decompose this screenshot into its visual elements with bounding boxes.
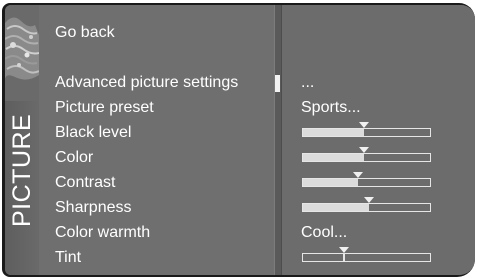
sharpness-slider-marker [364, 197, 375, 203]
black-level-slider[interactable] [302, 122, 431, 137]
tint-slider[interactable] [302, 247, 431, 262]
sharpness-slider[interactable] [302, 197, 431, 212]
menu-item-tint[interactable]: Tint [55, 249, 81, 267]
contrast-slider[interactable] [302, 172, 431, 187]
side-strip: PICTURE [5, 5, 39, 275]
black-level-slider-marker [358, 122, 369, 128]
color-slider-fill [303, 154, 364, 161]
menu-item-contrast[interactable]: Contrast [55, 174, 115, 192]
menu-item-color[interactable]: Color [55, 149, 93, 167]
scrollbar-thumb[interactable] [275, 75, 280, 92]
scrollbar-track[interactable] [274, 5, 282, 275]
contrast-slider-marker [352, 172, 363, 178]
menu-item-picture-preset[interactable]: Picture preset [55, 99, 154, 117]
contrast-slider-fill [303, 179, 358, 186]
black-level-slider-fill [303, 129, 364, 136]
menu-item-advanced-picture-settings[interactable]: Advanced picture settings [55, 74, 238, 92]
menu-item-black-level[interactable]: Black level [55, 124, 131, 142]
tv-menu-frame: PICTURE Go back Advanced picture setting… [2, 3, 475, 277]
picture-preset-value: Sports... [301, 99, 361, 116]
menu-section-title: PICTURE [8, 113, 36, 227]
color-slider[interactable] [302, 147, 431, 162]
go-back-button[interactable]: Go back [55, 24, 115, 42]
color-slider-marker [358, 147, 369, 153]
advanced-picture-settings-value: ... [301, 74, 315, 91]
tint-slider-indicator [342, 253, 345, 262]
side-thumbnail-image [5, 5, 39, 101]
menu-item-color-warmth[interactable]: Color warmth [55, 224, 150, 242]
menu-item-sharpness[interactable]: Sharpness [55, 199, 132, 217]
color-warmth-value: Cool... [301, 224, 348, 241]
sharpness-slider-fill [303, 204, 370, 211]
picture-menu: PICTURE Go back Advanced picture setting… [5, 5, 475, 275]
tint-slider-marker [338, 247, 349, 253]
